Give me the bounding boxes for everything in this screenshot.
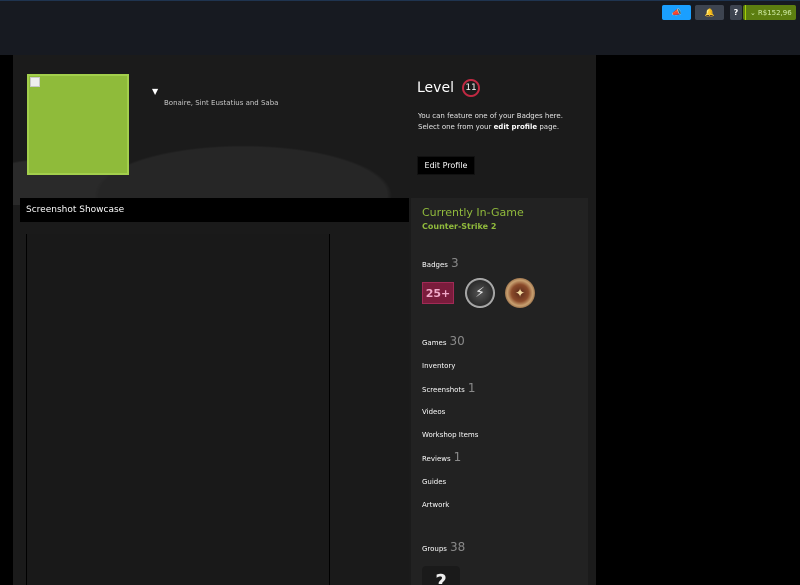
notifications-button[interactable]: 🔔 [695,5,724,20]
badges-link[interactable]: Badges 3 [422,256,459,270]
workshop-items-link[interactable]: Workshop Items [422,431,478,439]
reviews-link[interactable]: Reviews 1 [422,450,461,464]
screenshots-link[interactable]: Screenshots 1 [422,381,475,395]
megaphone-icon: 📣 [671,8,682,17]
badges-count: 3 [450,256,459,270]
profile-location: Bonaire, Sint Eustatius and Saba [164,99,279,107]
screenshot-showcase [20,222,409,585]
lightning-badge-icon[interactable]: ⚡ [465,278,495,308]
years-of-service-badge[interactable]: 25+ [422,282,454,304]
reviews-label: Reviews [422,455,451,463]
wallet-balance: R$152,96 [757,8,792,17]
reviews-count: 1 [453,450,462,464]
profile-avatar[interactable] [27,74,129,175]
showcase-screenshot[interactable] [26,234,330,585]
announcements-button[interactable]: 📣 [662,5,691,20]
profile-level: Level 11 [417,77,587,97]
inventory-link[interactable]: Inventory [422,362,455,370]
wallet-balance-button[interactable]: ⌄ R$152,96 [743,5,796,20]
featured-badge-help: You can feature one of your Badges here.… [418,111,583,133]
games-count: 30 [449,334,465,348]
profile-sidebar: Currently In-Game Counter-Strike 2 Badge… [411,198,588,585]
screenshot-showcase-title: Screenshot Showcase [20,198,409,222]
artwork-link[interactable]: Artwork [422,501,449,509]
featured-badge-help-suffix: page. [537,123,560,131]
videos-link[interactable]: Videos [422,408,445,416]
games-label: Games [422,339,447,347]
screenshots-count: 1 [467,381,476,395]
help-button[interactable]: ? [730,5,742,20]
chevron-down-icon: ⌄ [750,8,756,17]
persona-dropdown-icon[interactable]: ▼ [152,87,158,96]
guides-link[interactable]: Guides [422,478,446,486]
games-link[interactable]: Games 30 [422,334,465,348]
bell-icon: 🔔 [704,8,715,17]
global-header: 📣 🔔 ? ⌄ R$152,96 [0,0,800,55]
current-game-name[interactable]: Counter-Strike 2 [422,222,496,231]
level-label: Level [417,79,454,96]
group-avatar[interactable]: ? [422,566,460,585]
broken-image-icon [30,77,40,87]
groups-link[interactable]: Groups 38 [422,540,465,554]
groups-count: 38 [449,540,466,554]
profile-page: ▼ Bonaire, Sint Eustatius and Saba Level… [13,55,596,585]
screenshots-label: Screenshots [422,386,465,394]
edit-profile-button[interactable]: Edit Profile [417,156,475,175]
wallet-divider [745,5,746,20]
badges-label: Badges [422,261,448,269]
medal-badge-icon[interactable]: ✦ [505,278,535,308]
level-badge[interactable]: 11 [462,78,481,97]
edit-profile-link[interactable]: edit profile [494,123,538,131]
currently-ingame-title: Currently In-Game [422,206,524,219]
groups-label: Groups [422,545,447,553]
